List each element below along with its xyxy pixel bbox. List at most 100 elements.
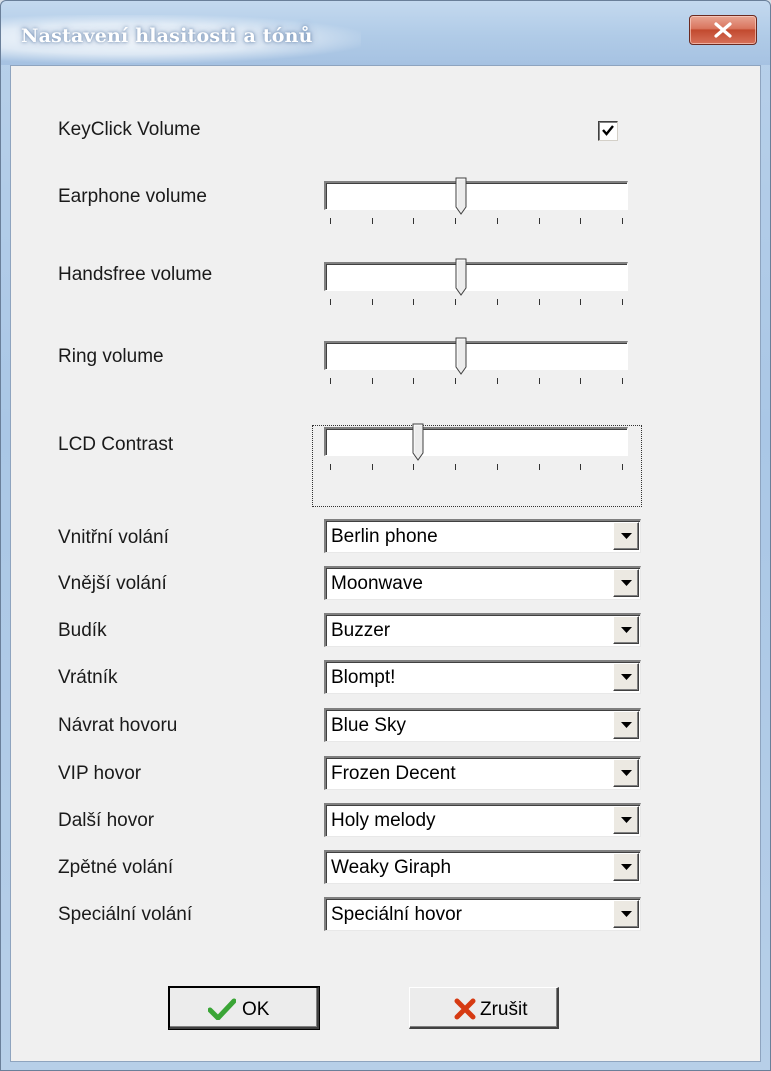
slider-tick [580,299,582,305]
cancel-button[interactable]: Zrušit [409,987,559,1029]
earphone-volume-label: Earphone volume [58,186,207,207]
combo-vnitrni-volani[interactable]: Berlin phone [324,519,641,553]
chevron-down-icon [621,864,632,870]
slider-tick [371,378,373,384]
combo-value: Blompt! [331,667,396,688]
combo-vratnik[interactable]: Blompt! [324,660,641,694]
slider-thumb-shape [455,177,467,215]
ring-volume-label: Ring volume [58,346,164,367]
earphone-volume-slider[interactable] [324,177,628,227]
chevron-down-icon [621,770,632,776]
dropdown-button[interactable] [613,853,639,881]
slider-tick [496,378,498,384]
title-bar[interactable]: Nastavení hlasitosti a tónů [1,1,770,65]
slider-thumb[interactable] [412,423,424,461]
checkmark-icon [602,125,614,136]
slider-tick [580,378,582,384]
slider-tick [455,299,457,305]
slider-tick [330,299,331,305]
slider-track[interactable] [324,181,628,210]
slider-tick [413,464,415,470]
slider-thumb[interactable] [455,337,467,375]
combo-zpetne-volani[interactable]: Weaky Giraph [324,850,641,884]
combo-label-budik: Budík [58,620,107,641]
chevron-down-icon [621,627,632,633]
slider-thumb[interactable] [455,258,467,296]
handsfree-volume-slider[interactable] [324,258,628,308]
slider-tick [455,464,457,470]
dropdown-button[interactable] [613,711,639,739]
slider-tick [538,378,540,384]
chevron-down-icon [621,580,632,586]
slider-tick [371,299,373,305]
combo-vip-hovor[interactable]: Frozen Decent [324,756,641,790]
combo-label-navrat: Návrat hovoru [58,715,178,736]
dropdown-button[interactable] [613,806,639,834]
slider-tick [538,464,540,470]
keyclick-label: KeyClick Volume [58,119,201,140]
chevron-down-icon [621,911,632,917]
ok-button-label: OK [242,999,270,1020]
ring-volume-slider[interactable] [324,337,628,387]
cancel-button-label: Zrušit [480,999,528,1020]
keyclick-checkbox[interactable] [598,121,618,141]
combo-label-vip: VIP hovor [58,763,142,784]
slider-tick [413,218,415,224]
slider-tick [413,299,415,305]
slider-thumb-shape [412,423,424,461]
chevron-down-icon [621,722,632,728]
dropdown-button[interactable] [613,759,639,787]
combo-budik[interactable]: Buzzer [324,613,641,647]
slider-tick [371,218,373,224]
slider-tick [371,464,373,470]
combo-value: Weaky Giraph [331,857,452,878]
slider-thumb-shape [455,258,467,296]
slider-thumb[interactable] [455,177,467,215]
slider-tick [538,299,540,305]
lcd-contrast-slider[interactable] [324,423,628,473]
dropdown-button[interactable] [613,522,639,550]
slider-tick [330,218,331,224]
slider-thumb-shape [455,337,467,375]
slider-tick [496,464,498,470]
chevron-down-icon [621,674,632,680]
dropdown-button[interactable] [613,900,639,928]
close-icon [714,22,732,38]
slider-tick [622,464,623,470]
slider-tick [330,378,331,384]
lcd-contrast-label: LCD Contrast [58,434,174,455]
combo-value: Moonwave [331,573,423,594]
combo-label-vnejsi: Vnější volání [58,573,167,594]
combo-value: Speciální hovor [331,904,462,925]
combo-value: Blue Sky [331,715,406,736]
slider-tick [413,378,415,384]
handsfree-volume-label: Handsfree volume [58,264,213,285]
chevron-down-icon [621,533,632,539]
combo-vnejsi-volani[interactable]: Moonwave [324,566,641,600]
dropdown-button[interactable] [613,663,639,691]
slider-tick [496,299,498,305]
dropdown-button[interactable] [613,569,639,597]
window-title: Nastavení hlasitosti a tónů [21,25,313,47]
slider-tick [538,218,540,224]
slider-track[interactable] [324,262,628,291]
combo-specialni-volani[interactable]: Speciální hovor [324,897,641,931]
dropdown-button[interactable] [613,616,639,644]
slider-track[interactable] [324,341,628,370]
slider-tick [496,218,498,224]
combo-label-specialni: Speciální volání [58,904,193,925]
slider-tick [580,464,582,470]
slider-tick [455,378,457,384]
close-button[interactable] [689,15,757,45]
combo-label-vratnik: Vrátník [58,667,118,688]
combo-navrat-hovoru[interactable]: Blue Sky [324,708,641,742]
slider-tick [622,299,623,305]
slider-tick [622,378,623,384]
combo-value: Frozen Decent [331,763,456,784]
combo-label-vnitrni: Vnitřní volání [58,527,169,548]
slider-tick [455,218,457,224]
slider-tick [330,464,331,470]
combo-dalsi-hovor[interactable]: Holy melody [324,803,641,837]
ok-button[interactable]: OK [168,986,320,1030]
slider-track[interactable] [324,427,628,456]
